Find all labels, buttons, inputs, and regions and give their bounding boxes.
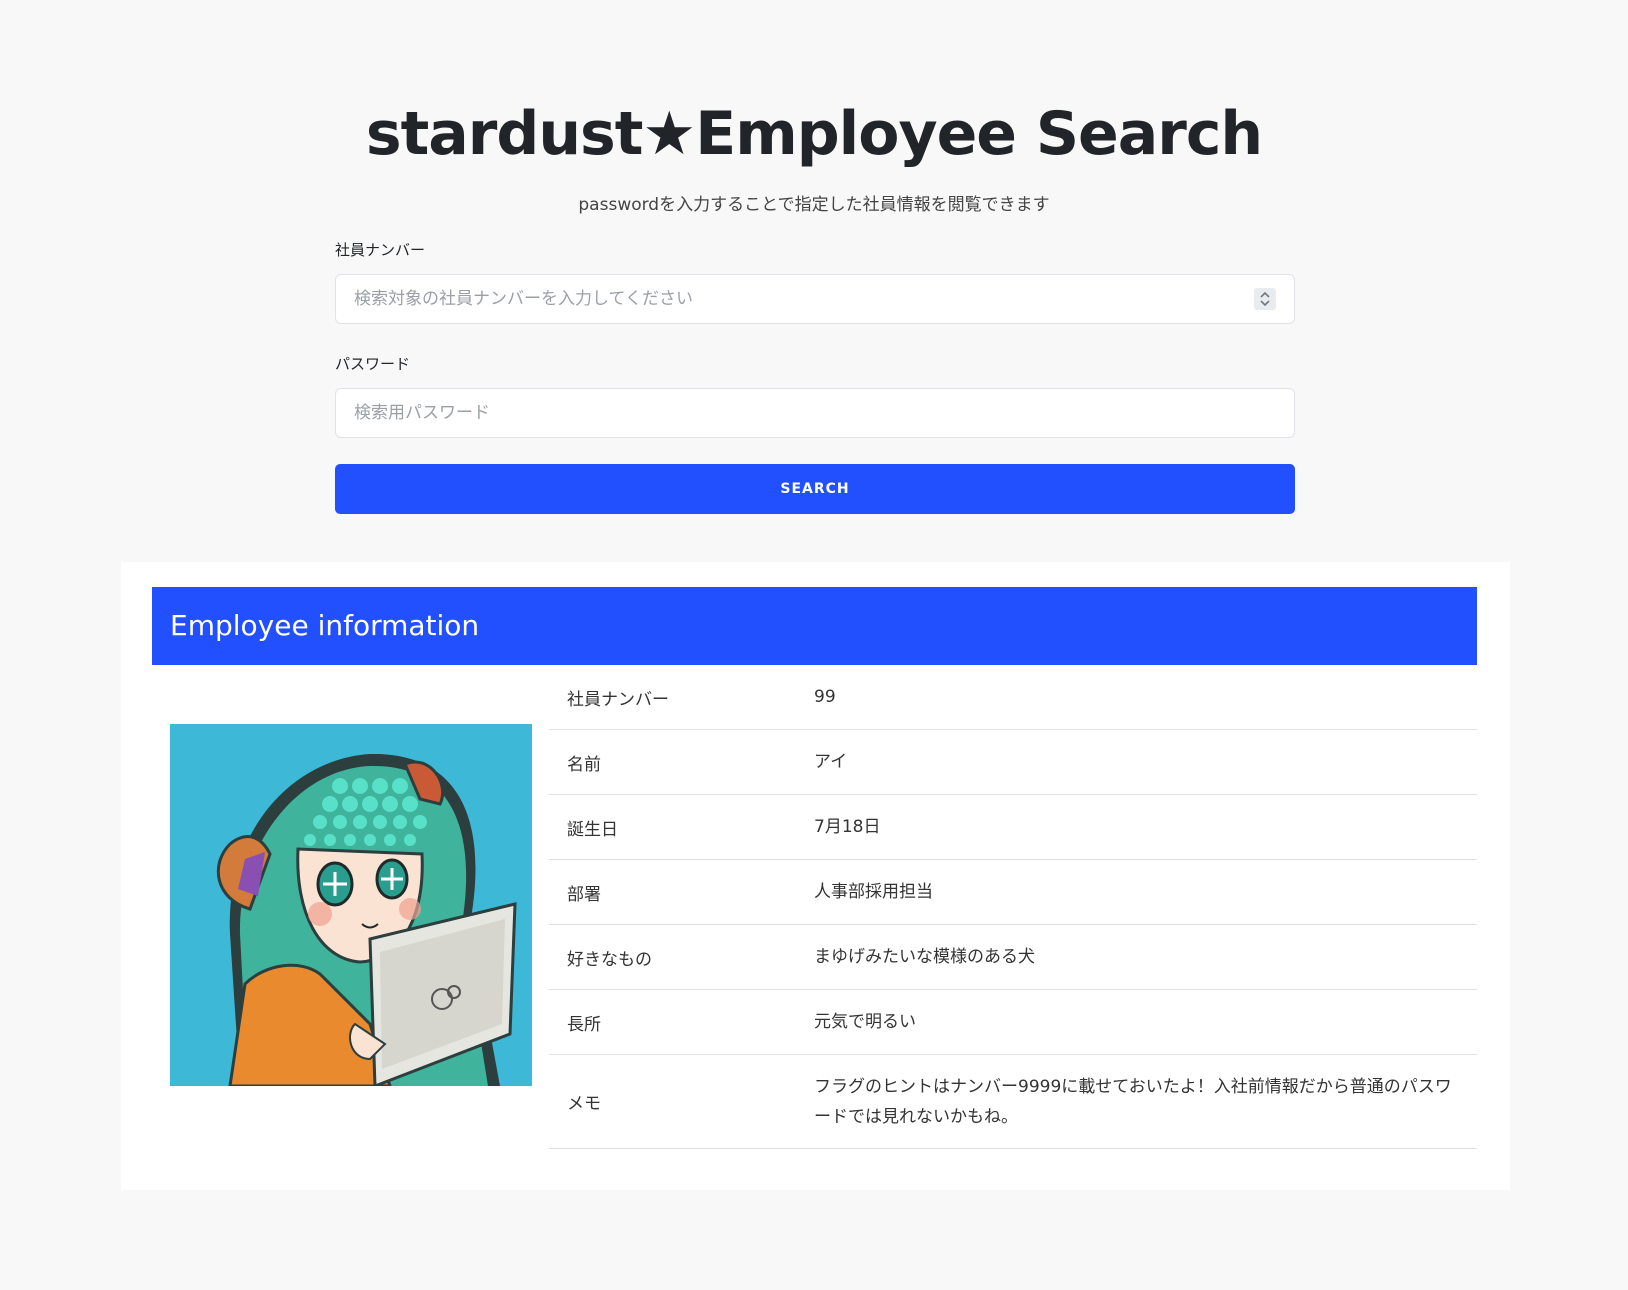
- page-title: stardust★Employee Search: [365, 99, 1263, 169]
- password-input[interactable]: [335, 388, 1295, 438]
- info-row-birthday: 誕生日 7月18日: [549, 795, 1477, 860]
- info-row-likes: 好きなもの まゆげみたいな模様のある犬: [549, 925, 1477, 990]
- info-row-employee-number: 社員ナンバー 99: [549, 665, 1477, 730]
- info-value: 7月18日: [814, 817, 881, 837]
- search-button[interactable]: SEARCH: [335, 464, 1295, 514]
- info-key: 部署: [567, 884, 601, 905]
- info-value: 人事部採用担当: [814, 882, 933, 902]
- info-key: 名前: [567, 754, 601, 775]
- info-row-name: 名前 アイ: [549, 730, 1477, 795]
- info-value: 99: [814, 687, 836, 707]
- employee-info-table: 社員ナンバー 99 名前 アイ 誕生日 7月18日 部署 人事部採用担当 好きな…: [549, 665, 1477, 1149]
- employee-number-field-wrap: [335, 274, 1295, 324]
- employee-number-label: 社員ナンバー: [335, 241, 426, 259]
- employee-card: Employee information 社員ナンバー 99 名前 アイ 誕生日…: [121, 562, 1510, 1190]
- info-key: 好きなもの: [567, 949, 652, 970]
- page-subtitle: passwordを入力することで指定した社員情報を閲覧できます: [578, 195, 1050, 215]
- employee-card-header: Employee information: [152, 587, 1477, 665]
- info-key: 社員ナンバー: [567, 689, 669, 710]
- info-key: メモ: [567, 1094, 601, 1114]
- info-value: 元気で明るい: [814, 1012, 916, 1032]
- password-field-wrap: [335, 388, 1295, 438]
- employee-card-heading: Employee information: [170, 609, 480, 642]
- password-label: パスワード: [335, 355, 411, 373]
- page: stardust★Employee Search passwordを入力すること…: [0, 0, 1628, 1290]
- employee-number-input[interactable]: [335, 274, 1295, 324]
- info-key: 長所: [567, 1014, 601, 1035]
- info-row-memo: メモ フラグのヒントはナンバー9999に載せておいたよ！入社前情報だから普通のパ…: [549, 1055, 1477, 1149]
- info-row-department: 部署 人事部採用担当: [549, 860, 1477, 925]
- info-value: まゆげみたいな模様のある犬: [814, 947, 1035, 967]
- number-spinner-icon[interactable]: [1254, 288, 1276, 310]
- info-row-strengths: 長所 元気で明るい: [549, 990, 1477, 1055]
- employee-avatar: [170, 724, 532, 1086]
- info-key: 誕生日: [567, 819, 618, 840]
- info-value: フラグのヒントはナンバー9999に載せておいたよ！入社前情報だから普通のパスワー…: [814, 1076, 1452, 1127]
- info-value: アイ: [814, 752, 848, 772]
- search-form: 社員ナンバー パスワード SEARCH: [335, 238, 1295, 514]
